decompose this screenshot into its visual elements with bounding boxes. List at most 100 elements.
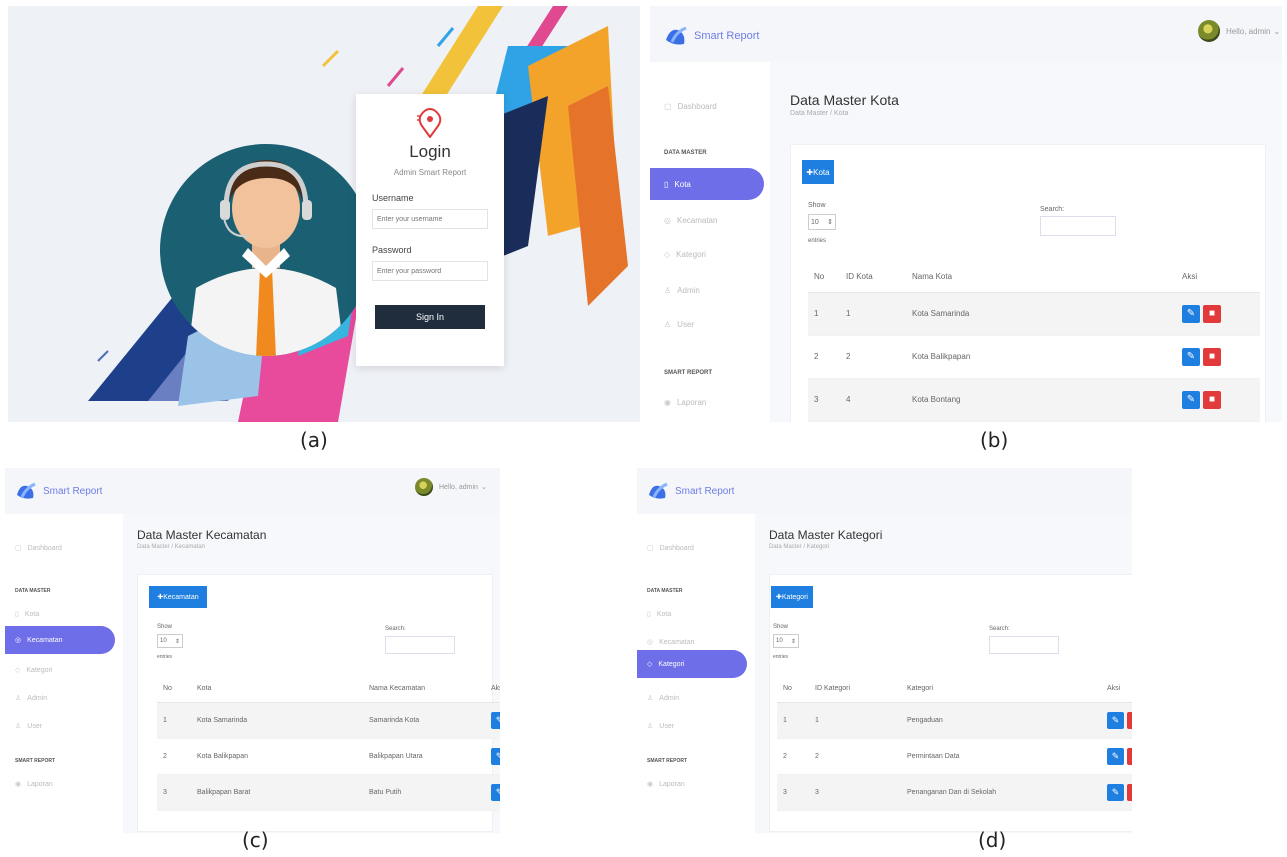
col-id-kota: ID Kota <box>846 262 912 293</box>
location-report-icon <box>417 108 442 138</box>
report-icon: ◉ <box>647 781 654 788</box>
trash-icon[interactable]: ■ <box>1203 304 1221 323</box>
trash-icon[interactable]: ■ <box>1203 347 1221 366</box>
user-greeting: Hello, admin <box>439 483 478 491</box>
sidebar-item-laporan[interactable]: ◉ Laporan <box>650 386 764 418</box>
col-id-kategori: ID Kategori <box>815 676 907 703</box>
username-label: Username <box>372 193 414 203</box>
table-row: 3 3 Penanganan Dan di Sekolah ✎■ <box>777 774 1132 811</box>
user-menu[interactable]: Hello, admin ⌄ <box>1198 20 1280 42</box>
sidebar-item-kota[interactable]: ▯ Kota <box>5 600 115 628</box>
add-kecamatan-button[interactable]: ✚ Kecamatan <box>149 586 207 608</box>
section-smart-report: SMART REPORT <box>15 758 55 764</box>
sidebar-item-dashboard[interactable]: ▢ Dashboard <box>637 534 747 562</box>
search-label: Search: <box>989 626 1010 632</box>
kota-screen: Smart Report Hello, admin ⌄ ▢ Dashboard D… <box>650 6 1282 422</box>
sidebar-item-dashboard[interactable]: ▢ Dashboard <box>650 90 764 122</box>
section-data-master: DATA MASTER <box>15 588 51 594</box>
dashboard-icon: ▢ <box>647 545 654 552</box>
edit-icon[interactable]: ✎ <box>1107 747 1124 765</box>
sign-in-button[interactable]: Sign In <box>375 305 485 329</box>
user-icon: ♙ <box>664 319 672 329</box>
sidebar: ▢ Dashboard DATA MASTER ▯ Kota ◎ Kecamatan … <box>637 514 755 833</box>
trash-icon[interactable]: ■ <box>1127 783 1132 801</box>
sidebar-item-kategori[interactable]: ◇ Kategori <box>637 650 747 678</box>
district-icon: ◎ <box>15 637 22 644</box>
login-screen: Login Admin Smart Report Username Passwo… <box>8 6 640 422</box>
district-icon: ◎ <box>647 639 654 646</box>
user-menu[interactable]: Hello, admin ⌄ <box>415 478 487 496</box>
plus-icon: ✚ <box>806 167 814 177</box>
user-icon: ♙ <box>15 723 22 730</box>
edit-icon[interactable]: ✎ <box>491 783 500 801</box>
sidebar-item-kecamatan[interactable]: ◎ Kecamatan <box>650 204 764 236</box>
show-label: Show <box>157 624 173 630</box>
sidebar: ▢ Dashboard DATA MASTER ▯ Kota ◎ Kecamatan … <box>650 62 770 422</box>
kota-table: No ID Kota Nama Kota Aksi 1 1 Kota Samar… <box>808 262 1260 422</box>
sidebar-item-admin[interactable]: ♙ Admin <box>650 274 764 306</box>
edit-icon[interactable]: ✎ <box>1107 711 1124 729</box>
trash-icon[interactable]: ■ <box>1127 711 1132 729</box>
sidebar-item-laporan[interactable]: ◉ Laporan <box>5 770 115 798</box>
entries-label: entries <box>157 654 173 660</box>
add-kota-button[interactable]: ✚ Kota <box>802 160 834 184</box>
report-icon: ◉ <box>664 397 671 407</box>
category-icon: ◇ <box>664 249 671 259</box>
search-input[interactable] <box>989 636 1059 654</box>
sidebar-item-user[interactable]: ♙ User <box>637 712 747 740</box>
table-row: 2 2 Permintaan Data ✎■ <box>777 738 1132 775</box>
search-input[interactable] <box>385 636 455 654</box>
kategori-screen: Smart Report Hello, admin ⌄ ▢Dashboard D… <box>637 468 1132 833</box>
entries-select[interactable]: 10 ⇕ <box>808 214 836 230</box>
sidebar-item-dashboard[interactable]: ▢ Dashboard <box>5 534 115 562</box>
section-data-master: DATA MASTER <box>664 150 707 156</box>
sidebar-item-kecamatan[interactable]: ◎ Kecamatan <box>5 626 115 654</box>
user-greeting: Hello, admin <box>1226 26 1271 36</box>
search-input[interactable] <box>1040 216 1116 236</box>
sidebar-item-kategori[interactable]: ◇ Kategori <box>650 238 764 270</box>
app-logo[interactable]: Smart Report <box>647 482 734 500</box>
entries-select[interactable]: 10 ⇕ <box>773 634 799 648</box>
app-logo[interactable]: Smart Report <box>15 482 102 500</box>
edit-icon[interactable]: ✎ <box>491 711 500 729</box>
caption-b: (b) <box>980 428 1009 452</box>
login-card: Login Admin Smart Report Username Passwo… <box>356 94 504 366</box>
sidebar-item-laporan[interactable]: ◉ Laporan <box>637 770 747 798</box>
chevron-down-icon: ⌄ <box>1273 26 1281 36</box>
sidebar-item-user[interactable]: ♙ User <box>650 308 764 340</box>
page-title: Data Master Kota <box>790 92 899 108</box>
breadcrumb: Data Master / Kecamatan <box>137 544 206 550</box>
trash-icon[interactable]: ■ <box>1127 747 1132 765</box>
trash-icon[interactable]: ■ <box>1203 390 1221 409</box>
sidebar-item-admin[interactable]: ♙ Admin <box>5 684 115 712</box>
sidebar-item-kategori[interactable]: ◇ Kategori <box>5 656 115 684</box>
app-logo[interactable]: Smart Report <box>664 26 759 46</box>
brand-name: Smart Report <box>43 485 103 497</box>
edit-icon[interactable]: ✎ <box>1182 390 1200 409</box>
dashboard-icon: ▢ <box>15 545 22 552</box>
add-kategori-button[interactable]: ✚ Kategori <box>771 586 813 608</box>
col-no: No <box>777 676 815 703</box>
edit-icon[interactable]: ✎ <box>1182 347 1200 366</box>
sidebar-item-kota[interactable]: ▯ Kota <box>650 168 764 200</box>
edit-icon[interactable]: ✎ <box>1107 783 1124 801</box>
sidebar-item-admin[interactable]: ♙ Admin <box>637 684 747 712</box>
brand-name: Smart Report <box>694 30 760 42</box>
entries-select[interactable]: 10 ⇕ <box>157 634 183 648</box>
table-row: 1 1 Kota Samarinda ✎ ■ <box>808 292 1260 336</box>
sidebar-item-kota[interactable]: ▯ Kota <box>637 600 747 628</box>
dashboard-icon: ▢ <box>664 101 672 111</box>
admin-icon: ♙ <box>647 695 654 702</box>
category-icon: ◇ <box>15 667 21 674</box>
brand-name: Smart Report <box>675 485 735 497</box>
edit-icon[interactable]: ✎ <box>1182 304 1200 323</box>
username-input[interactable] <box>372 209 488 229</box>
edit-icon[interactable]: ✎ <box>491 747 500 765</box>
col-aksi: Aksi <box>1107 676 1132 703</box>
login-title: Login <box>409 142 451 161</box>
sidebar-item-user[interactable]: ♙ User <box>5 712 115 740</box>
breadcrumb: Data Master / Kategori <box>769 544 830 550</box>
col-nama-kecamatan: Nama Kecamatan <box>369 676 491 703</box>
spinner-arrows-icon: ⇕ <box>174 638 180 645</box>
password-input[interactable] <box>372 261 488 281</box>
